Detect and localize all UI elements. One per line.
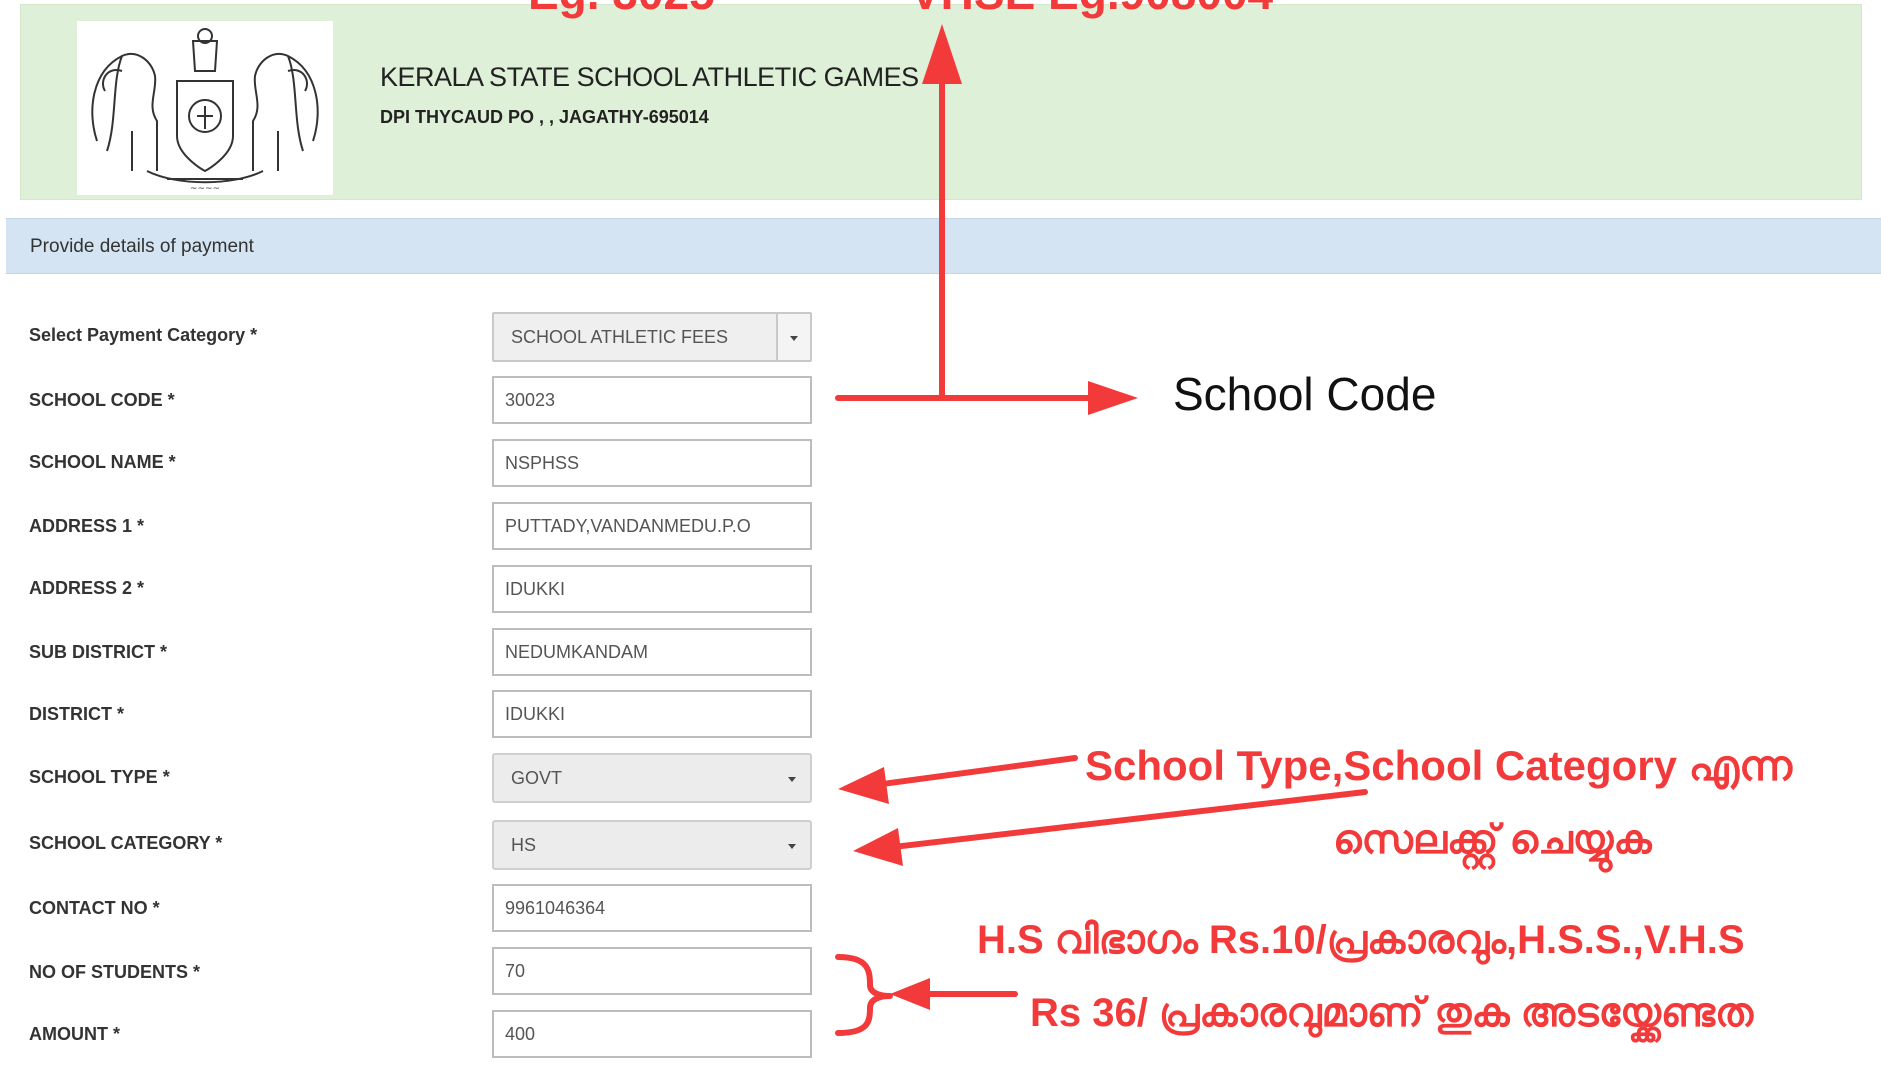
contact-no-label: CONTACT NO * [29,898,160,918]
payment-category-select[interactable]: SCHOOL ATHLETIC FEES [492,312,812,362]
payment-category-dropdown-button[interactable] [776,314,810,360]
contact-no-field[interactable]: 9961046364 [492,884,812,932]
sub-district-field[interactable]: NEDUMKANDAM [492,628,812,676]
school-name-field[interactable]: NSPHSS [492,439,812,487]
no-of-students-label: NO OF STUDENTS * [29,962,201,982]
address1-field[interactable]: PUTTADY,VANDANMEDU.P.O [492,502,812,550]
payment-page: ~~~~ KERALA STATE SCHOOL ATHLETIC GAMES … [0,0,1881,1066]
chevron-down-icon [788,844,796,849]
annotation-fee-line2: Rs 36/ പ്രകാരവുമാണ് തുക അടയ്ക്കേണ്ടത [1030,991,1754,1035]
school-code-label: SCHOOL CODE * [29,390,175,410]
school-type-select[interactable]: GOVT [492,753,812,803]
amount-field[interactable]: 400 [492,1010,812,1058]
school-type-value: GOVT [511,768,563,788]
arrowhead-school-type [838,767,889,804]
annotation-type-category-line1: School Type,School Category എന്ന [1085,742,1793,789]
arrowhead-right [1088,381,1138,415]
annotation-top-cut-right: VHSE Eg.908004 [910,0,1273,20]
arrow-school-category-line [882,789,1368,851]
org-address: DPI THYCAUD PO , , JAGATHY-695014 [380,107,709,127]
address2-field[interactable]: IDUKKI [492,565,812,613]
school-code-field[interactable]: 30023 [492,376,812,424]
annotation-fee-line1: H.S വിഭാഗം Rs.10/പ്രകാരവും,H.S.S.,V.H.S [977,918,1745,962]
no-of-students-field[interactable]: 70 [492,947,812,995]
annotation-type-category-line2: സെലക്ക്റ്റ് ചെയ്യുക [1333,818,1652,862]
arrowhead-fee [890,978,930,1010]
payment-category-label: Select Payment Category * [29,325,258,345]
annotation-top-cut-left: Eg. 3025 [528,0,715,20]
address2-label: ADDRESS 2 * [29,578,145,598]
arrowhead-school-category [853,828,903,866]
chevron-down-icon [790,336,798,341]
school-name-label: SCHOOL NAME * [29,452,176,472]
amount-label: AMOUNT * [29,1024,120,1044]
svg-text:~~~~: ~~~~ [190,184,220,194]
panel-heading-text: Provide details of payment [30,236,254,257]
school-type-label: SCHOOL TYPE * [29,767,170,787]
panel-heading: Provide details of payment [6,218,1881,274]
chevron-down-icon [788,777,796,782]
emblem-drawing: ~~~~ [91,28,319,194]
org-title: KERALA STATE SCHOOL ATHLETIC GAMES [380,62,919,92]
payment-category-value: SCHOOL ATHLETIC FEES [511,327,729,347]
kerala-emblem-icon: ~~~~ [77,21,333,195]
school-category-value: HS [511,835,537,855]
arrow-school-type-line [865,755,1078,789]
school-category-select[interactable]: HS [492,820,812,870]
brace-shape [835,954,893,1036]
school-category-label: SCHOOL CATEGORY * [29,833,223,853]
district-field[interactable]: IDUKKI [492,690,812,738]
address1-label: ADDRESS 1 * [29,516,145,536]
annotation-school-code: School Code [1173,368,1437,420]
sub-district-label: SUB DISTRICT * [29,642,168,662]
header-banner: ~~~~ KERALA STATE SCHOOL ATHLETIC GAMES … [20,4,1862,200]
district-label: DISTRICT * [29,704,125,724]
